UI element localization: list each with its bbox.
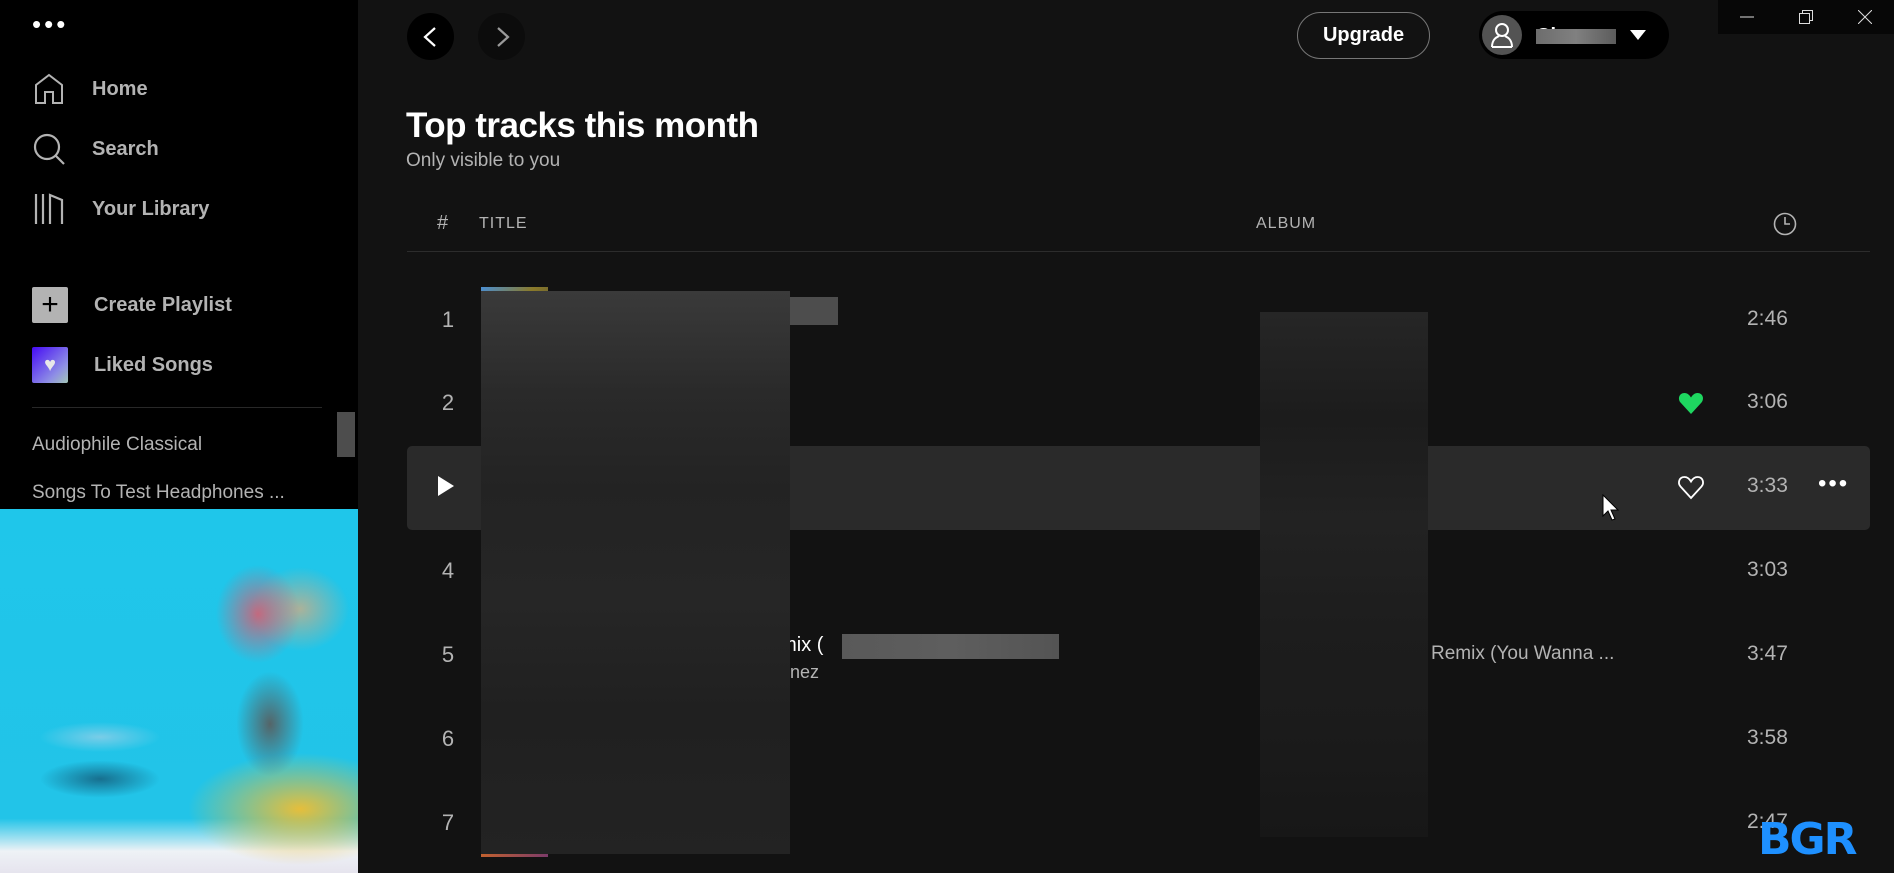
close-button[interactable] — [1835, 0, 1894, 34]
window-controls — [1718, 0, 1894, 34]
minimize-icon — [1740, 16, 1755, 18]
avatar — [1482, 15, 1522, 55]
track-artist[interactable]: nez — [790, 662, 819, 683]
more-options-icon[interactable]: ••• — [1818, 470, 1849, 498]
user-name: Ch... — [1536, 25, 1616, 45]
sidebar-item-label: Home — [92, 77, 148, 100]
forward-button[interactable] — [478, 13, 525, 60]
playlist-item[interactable]: Songs To Test Headphones ... — [32, 482, 285, 504]
track-album[interactable]: Remix (You Wanna ... — [1431, 643, 1614, 665]
track-duration: 3:06 — [1747, 390, 1788, 413]
heart-icon[interactable] — [1677, 389, 1705, 417]
track-number: 2 — [441, 390, 455, 415]
mouse-cursor-icon — [1602, 494, 1620, 521]
sidebar-item-library[interactable]: Your Library — [32, 189, 209, 229]
library-icon — [34, 193, 64, 224]
sidebar-item-search[interactable]: Search — [32, 129, 159, 169]
page-title: Top tracks this month — [406, 106, 759, 145]
ellipsis-icon[interactable]: ••• — [32, 11, 68, 37]
track-number: 1 — [441, 307, 455, 332]
search-icon — [33, 133, 65, 165]
clock-icon — [1773, 212, 1797, 236]
liked-songs-button[interactable]: ♥ Liked Songs — [32, 345, 213, 385]
heart-icon[interactable] — [1677, 473, 1705, 501]
header-divider — [407, 251, 1870, 252]
create-playlist-label: Create Playlist — [94, 293, 232, 316]
sidebar-scrollbar[interactable] — [337, 412, 355, 457]
sidebar-divider — [32, 407, 322, 408]
plus-icon: + — [32, 287, 68, 323]
track-duration: 3:47 — [1747, 642, 1788, 665]
play-icon[interactable] — [438, 476, 454, 496]
watermark-logo: BGR — [1758, 814, 1858, 865]
redaction — [842, 634, 1059, 659]
track-number: 4 — [441, 558, 455, 583]
column-header-album[interactable]: ALBUM — [1256, 215, 1316, 233]
create-playlist-button[interactable]: + Create Playlist — [32, 285, 232, 325]
track-duration: 3:33 — [1747, 474, 1788, 497]
redaction — [790, 297, 838, 325]
chevron-down-icon — [1630, 30, 1646, 40]
back-button[interactable] — [407, 13, 454, 60]
sidebar-item-label: Search — [92, 137, 159, 160]
user-icon — [1491, 23, 1513, 48]
track-duration: 3:58 — [1747, 726, 1788, 749]
upgrade-button[interactable]: Upgrade — [1297, 12, 1430, 59]
minimize-button[interactable] — [1718, 0, 1777, 34]
heart-icon: ♥ — [32, 347, 68, 383]
redaction-blur — [1260, 312, 1428, 837]
restore-icon — [1799, 10, 1813, 24]
sidebar-item-label: Your Library — [92, 197, 210, 220]
close-icon — [1857, 10, 1872, 24]
track-number: 5 — [441, 642, 455, 667]
now-playing-cover-art[interactable] — [0, 509, 358, 873]
home-icon — [35, 73, 63, 104]
redaction-blur — [481, 291, 790, 854]
playlist-item[interactable]: Audiophile Classical — [32, 434, 202, 456]
track-duration: 2:46 — [1747, 307, 1788, 330]
chevron-right-icon — [496, 26, 510, 47]
column-header-title[interactable]: TITLE — [479, 215, 528, 233]
liked-songs-label: Liked Songs — [94, 353, 213, 376]
track-number: 6 — [441, 726, 455, 751]
redaction — [1536, 29, 1616, 44]
page-subtitle: Only visible to you — [406, 150, 561, 171]
chevron-left-icon — [422, 26, 436, 47]
sidebar-item-home[interactable]: Home — [32, 69, 148, 109]
column-header-duration[interactable] — [1773, 212, 1797, 241]
track-duration: 3:03 — [1747, 558, 1788, 581]
restore-button[interactable] — [1777, 0, 1836, 34]
track-number: 7 — [441, 810, 455, 835]
user-menu-button[interactable]: Ch... — [1479, 11, 1669, 59]
sidebar: ••• Home Search Your Library + Create Pl… — [0, 0, 358, 873]
column-header-number: # — [437, 212, 450, 234]
